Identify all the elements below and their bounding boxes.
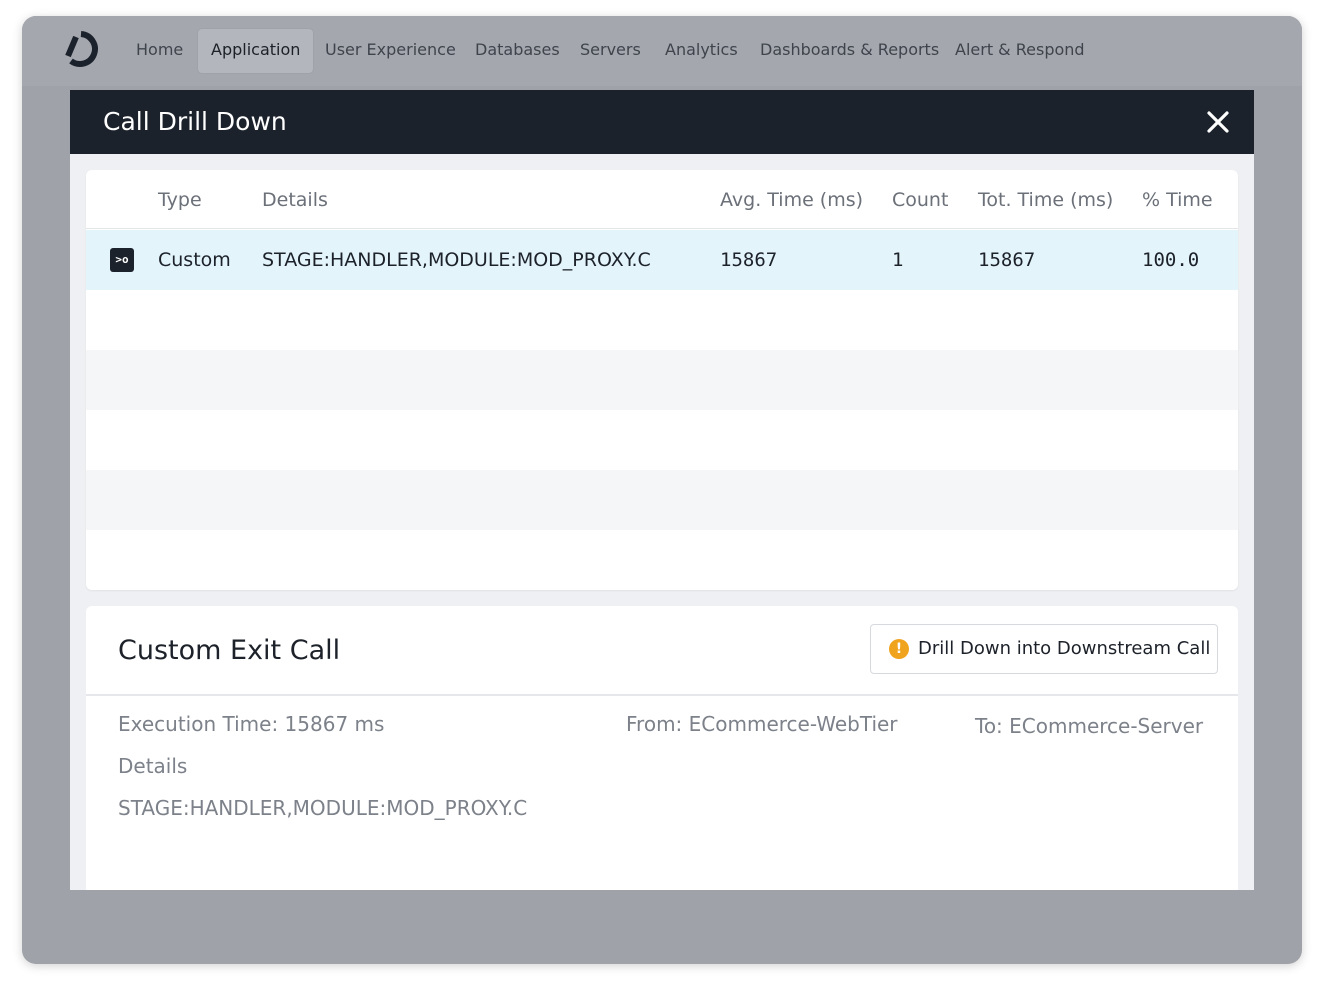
column-header-tot-time[interactable]: Tot. Time (ms) [978,170,1113,230]
exit-call-detail-panel: Custom Exit Call ! Drill Down into Downs… [86,606,1238,890]
detail-title: Custom Exit Call [118,635,341,666]
row-avg-time: 15867 [720,249,778,271]
row-tot-time: 15867 [978,249,1036,271]
column-header-avg-time[interactable]: Avg. Time (ms) [720,170,863,230]
app-window: Home Application User Experience Databas… [22,16,1302,964]
top-navigation: Home Application User Experience Databas… [22,16,1302,86]
detail-header: Custom Exit Call ! Drill Down into Downs… [86,606,1238,696]
nav-application[interactable]: Application [197,28,315,74]
modal-title: Call Drill Down [103,107,287,136]
drill-down-downstream-button[interactable]: ! Drill Down into Downstream Call [870,624,1218,674]
modal-header: Call Drill Down [70,90,1254,154]
close-icon[interactable] [1202,106,1234,138]
nav-alert-respond[interactable]: Alert & Respond [942,28,1098,72]
nav-analytics[interactable]: Analytics [652,28,751,72]
empty-row [86,290,1238,350]
column-header-details[interactable]: Details [262,170,328,230]
details-value: STAGE:HANDLER,MODULE:MOD_PROXY.C [118,796,528,820]
column-header-pct-time[interactable]: % Time [1142,170,1213,230]
execution-time: Execution Time: 15867 ms [118,712,385,736]
nav-servers[interactable]: Servers [567,28,654,72]
drill-down-button-label: Drill Down into Downstream Call [918,638,1211,659]
nav-user-experience[interactable]: User Experience [312,28,469,72]
row-pct-time: 100.0 [1142,249,1200,271]
custom-exit-icon: >o [110,248,134,272]
empty-row [86,530,1238,590]
empty-row [86,410,1238,470]
call-drill-down-modal: Call Drill Down Type Details Avg. Time (… [70,90,1254,890]
nav-dashboards-reports[interactable]: Dashboards & Reports [747,28,952,72]
details-label: Details [118,754,188,778]
column-header-count[interactable]: Count [892,170,948,230]
warning-icon: ! [889,639,909,659]
nav-home[interactable]: Home [123,28,196,72]
calls-table: Type Details Avg. Time (ms) Count Tot. T… [86,170,1238,590]
nav-databases[interactable]: Databases [462,28,573,72]
table-row[interactable]: >o Custom STAGE:HANDLER,MODULE:MOD_PROXY… [86,230,1238,290]
app-logo-icon[interactable] [62,30,100,68]
to-tier: To: ECommerce-Server [975,714,1204,738]
empty-row [86,470,1238,530]
from-tier: From: ECommerce-WebTier [626,712,898,736]
row-details: STAGE:HANDLER,MODULE:MOD_PROXY.C [262,249,651,271]
empty-row [86,350,1238,410]
table-header: Type Details Avg. Time (ms) Count Tot. T… [86,170,1238,229]
row-count: 1 [892,249,904,271]
column-header-type[interactable]: Type [158,170,202,230]
row-type: Custom [158,249,231,271]
